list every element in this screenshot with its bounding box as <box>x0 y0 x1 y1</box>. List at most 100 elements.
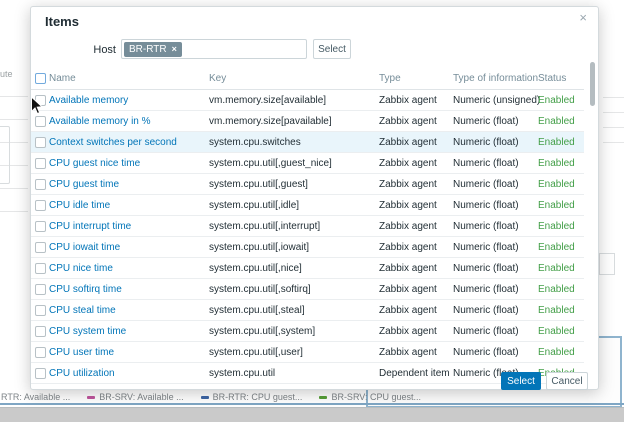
item-name-link[interactable]: Available memory <box>49 95 128 106</box>
item-info: Numeric (float) <box>453 300 536 320</box>
item-status[interactable]: Enabled <box>538 284 575 295</box>
item-key: vm.memory.size[pavailable] <box>209 111 377 131</box>
item-name-link[interactable]: CPU softirq time <box>49 284 122 295</box>
row-checkbox[interactable] <box>35 368 46 379</box>
item-status[interactable]: Enabled <box>538 116 575 127</box>
table-row[interactable]: CPU idle time system.cpu.util[,idle] Zab… <box>31 195 584 216</box>
item-type: Zabbix agent <box>379 195 451 215</box>
item-status[interactable]: Enabled <box>538 95 575 106</box>
row-checkbox[interactable] <box>35 116 46 127</box>
item-name-link[interactable]: CPU nice time <box>49 263 113 274</box>
item-info: Numeric (float) <box>453 111 536 131</box>
row-checkbox[interactable] <box>35 284 46 295</box>
row-checkbox[interactable] <box>35 326 46 337</box>
remove-tag-icon[interactable]: × <box>172 44 177 55</box>
item-key: system.cpu.switches <box>209 132 377 152</box>
item-status[interactable]: Enabled <box>538 347 575 358</box>
item-status[interactable]: Enabled <box>538 158 575 169</box>
item-key: system.cpu.util <box>209 363 377 383</box>
item-name-link[interactable]: Available memory in % <box>49 116 151 127</box>
item-name-link[interactable]: CPU user time <box>49 347 114 358</box>
close-icon[interactable]: × <box>579 10 587 26</box>
background-row-line <box>603 112 624 113</box>
header-key: Key <box>209 67 377 89</box>
row-checkbox[interactable] <box>35 221 46 232</box>
table-row[interactable]: CPU steal time system.cpu.util[,steal] Z… <box>31 300 584 321</box>
item-info: Numeric (float) <box>453 216 536 236</box>
item-type: Dependent item <box>379 363 451 383</box>
background-row-line <box>603 97 624 98</box>
table-row[interactable]: CPU iowait time system.cpu.util[,iowait]… <box>31 237 584 258</box>
item-info: Numeric (float) <box>453 174 536 194</box>
row-checkbox[interactable] <box>35 158 46 169</box>
background-row-line <box>603 127 624 128</box>
scrollbar-thumb[interactable] <box>590 62 595 106</box>
table-row[interactable]: CPU user time system.cpu.util[,user] Zab… <box>31 342 584 363</box>
row-checkbox[interactable] <box>35 242 46 253</box>
row-checkbox[interactable] <box>35 305 46 316</box>
legend-item: BR-SRV: CPU guest... <box>319 392 421 402</box>
item-status[interactable]: Enabled <box>538 179 575 190</box>
item-type: Zabbix agent <box>379 174 451 194</box>
item-key: system.cpu.util[,softirq] <box>209 279 377 299</box>
item-key: system.cpu.util[,guest] <box>209 174 377 194</box>
select-button[interactable]: Select <box>501 372 541 390</box>
item-name-link[interactable]: CPU utilization <box>49 368 115 379</box>
item-key: system.cpu.util[,interrupt] <box>209 216 377 236</box>
host-select-button[interactable]: Select <box>313 39 351 59</box>
table-row[interactable]: CPU guest nice time system.cpu.util[,gue… <box>31 153 584 174</box>
legend-item: BR-RTR: CPU guest... <box>201 392 303 402</box>
cancel-button[interactable]: Cancel <box>546 372 588 390</box>
item-type: Zabbix agent <box>379 111 451 131</box>
item-name-link[interactable]: CPU iowait time <box>49 242 120 253</box>
item-name-link[interactable]: CPU guest time <box>49 179 119 190</box>
table-row[interactable]: Context switches per second system.cpu.s… <box>31 132 584 153</box>
table-row[interactable]: Available memory in % vm.memory.size[pav… <box>31 111 584 132</box>
row-checkbox[interactable] <box>35 179 46 190</box>
item-name-link[interactable]: CPU interrupt time <box>49 221 131 232</box>
table-row[interactable]: CPU nice time system.cpu.util[,nice] Zab… <box>31 258 584 279</box>
table-row[interactable]: CPU interrupt time system.cpu.util[,inte… <box>31 216 584 237</box>
legend-label: RTR: Available ... <box>1 392 70 402</box>
background-row-line <box>0 188 28 189</box>
background-box-fragment <box>599 253 615 275</box>
select-all-checkbox[interactable] <box>35 73 46 84</box>
legend-item: RTR: Available ... <box>1 392 70 402</box>
legend-marker <box>319 396 327 399</box>
header-type-of-information: Type of information <box>453 67 536 89</box>
item-status[interactable]: Enabled <box>538 242 575 253</box>
item-status[interactable]: Enabled <box>538 221 575 232</box>
item-name-link[interactable]: CPU steal time <box>49 305 116 316</box>
row-checkbox[interactable] <box>35 347 46 358</box>
legend-marker <box>201 396 209 399</box>
item-name-link[interactable]: CPU guest nice time <box>49 158 140 169</box>
row-checkbox[interactable] <box>35 263 46 274</box>
table-row[interactable]: CPU system time system.cpu.util[,system]… <box>31 321 584 342</box>
item-status[interactable]: Enabled <box>538 305 575 316</box>
item-status[interactable]: Enabled <box>538 200 575 211</box>
item-info: Numeric (float) <box>453 321 536 341</box>
item-key: system.cpu.util[,system] <box>209 321 377 341</box>
item-name-link[interactable]: CPU idle time <box>49 200 110 211</box>
item-key: vm.memory.size[available] <box>209 90 377 110</box>
item-status[interactable]: Enabled <box>538 137 575 148</box>
table-row[interactable]: CPU guest time system.cpu.util[,guest] Z… <box>31 174 584 195</box>
item-type: Zabbix agent <box>379 216 451 236</box>
item-key: system.cpu.util[,guest_nice] <box>209 153 377 173</box>
row-checkbox[interactable] <box>35 137 46 148</box>
item-name-link[interactable]: Context switches per second <box>49 137 177 148</box>
legend-marker <box>87 396 95 399</box>
item-name-link[interactable]: CPU system time <box>49 326 126 337</box>
table-row[interactable]: Available memory vm.memory.size[availabl… <box>31 90 584 111</box>
item-type: Zabbix agent <box>379 237 451 257</box>
host-input[interactable]: BR-RTR × <box>121 39 307 59</box>
table-row[interactable]: CPU softirq time system.cpu.util[,softir… <box>31 279 584 300</box>
header-type: Type <box>379 67 451 89</box>
row-checkbox[interactable] <box>35 95 46 106</box>
item-info: Numeric (float) <box>453 132 536 152</box>
legend-item: BR-SRV: Available ... <box>87 392 183 402</box>
item-status[interactable]: Enabled <box>538 263 575 274</box>
row-checkbox[interactable] <box>35 200 46 211</box>
item-status[interactable]: Enabled <box>538 326 575 337</box>
item-key: system.cpu.util[,idle] <box>209 195 377 215</box>
